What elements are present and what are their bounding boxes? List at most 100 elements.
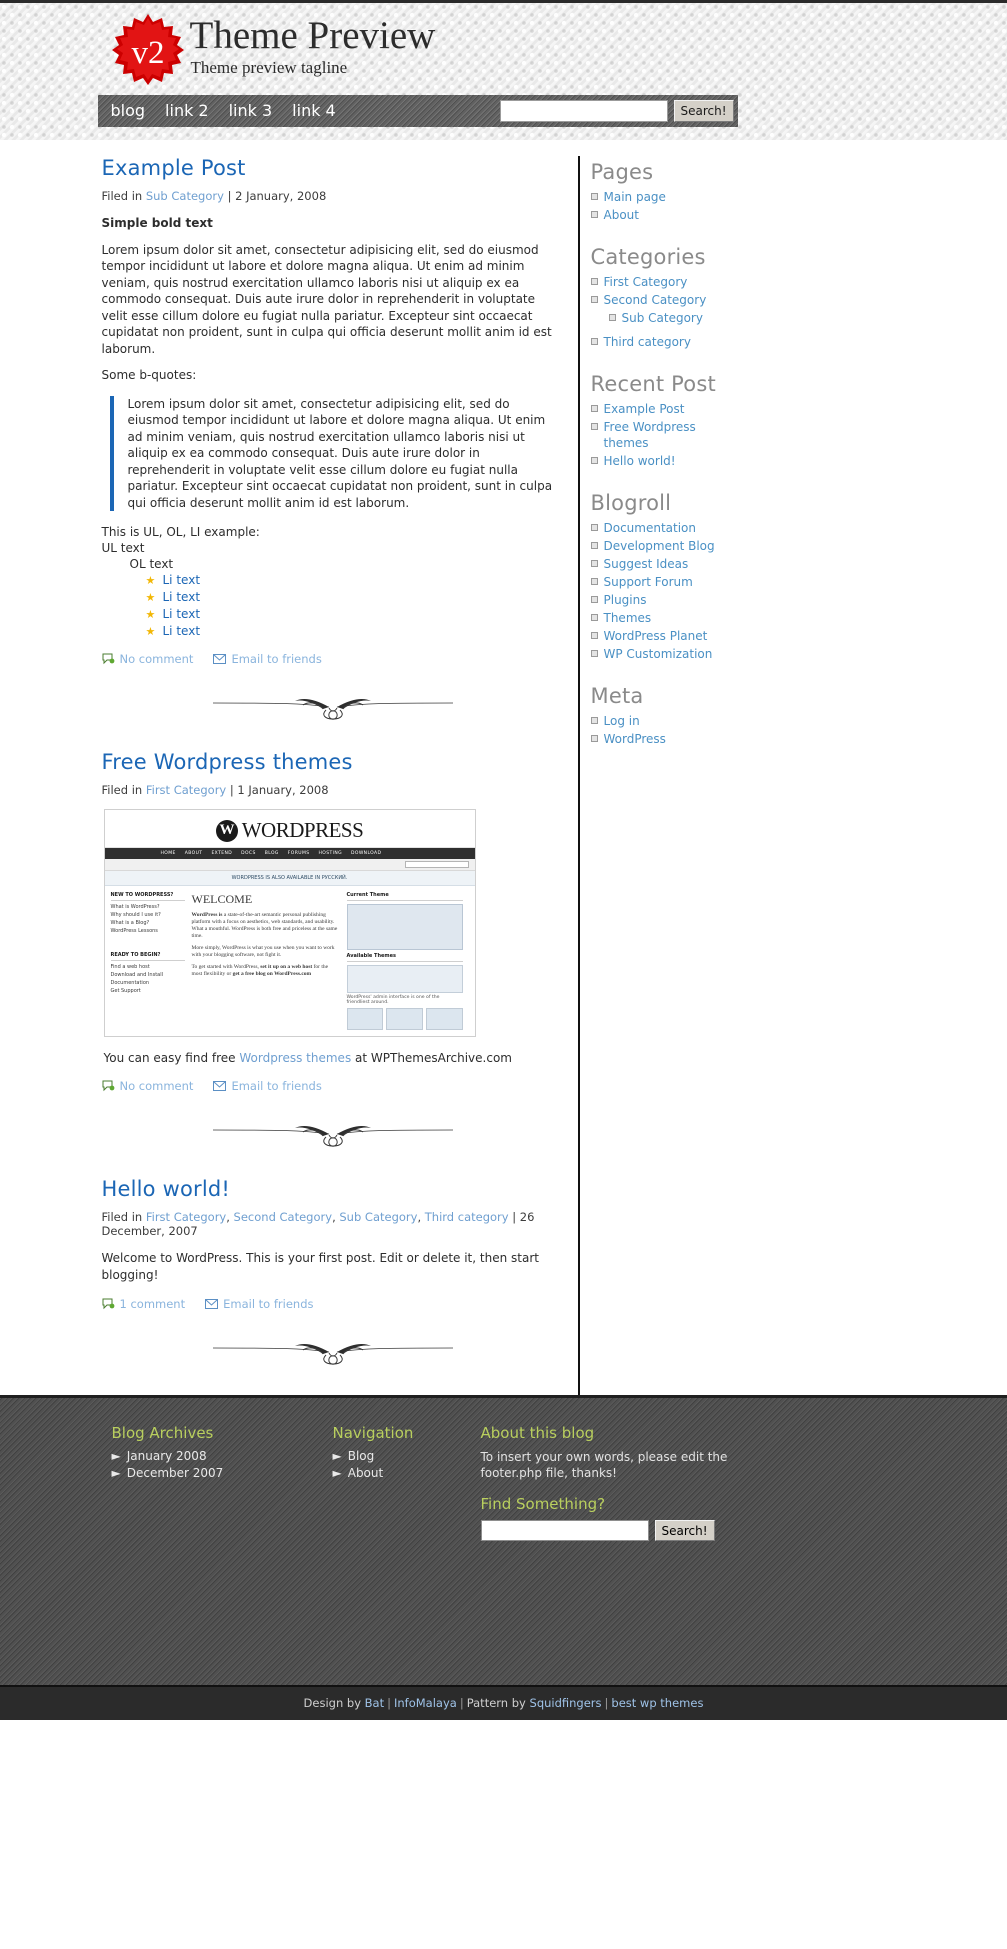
sidebar-link[interactable]: Development Blog xyxy=(604,539,715,553)
nav-item-blog[interactable]: blog xyxy=(111,95,146,127)
credits-squidfingers-link[interactable]: Squidfingers xyxy=(530,1696,602,1710)
post-title-link[interactable]: Example Post xyxy=(102,156,246,180)
list-item[interactable]: About xyxy=(590,207,910,223)
sidebar-link[interactable]: Example Post xyxy=(604,402,685,416)
square-bullet-icon xyxy=(590,457,598,464)
post-category-link[interactable]: Sub Category xyxy=(339,1210,417,1224)
list-item[interactable]: Development Blog xyxy=(590,538,910,554)
post-date: 2 January, 2008 xyxy=(235,189,327,203)
star-icon: ★ xyxy=(145,624,156,638)
comments-link[interactable]: No comment xyxy=(120,652,194,666)
list-item-link[interactable]: Li text xyxy=(163,573,201,587)
footer-search-input[interactable] xyxy=(480,1520,649,1541)
wp-col1-item: Why should I use it? xyxy=(110,912,161,918)
list-item[interactable]: WP Customization xyxy=(590,646,910,662)
list-item[interactable]: Themes xyxy=(590,610,910,626)
footer-nav-link[interactable]: Blog xyxy=(348,1449,375,1463)
list-item[interactable]: Third category xyxy=(590,334,910,350)
list-item[interactable]: Plugins xyxy=(590,592,910,608)
post-title-link[interactable]: Hello world! xyxy=(102,1177,231,1201)
sidebar-link[interactable]: Plugins xyxy=(604,593,647,607)
list-item-link[interactable]: Li text xyxy=(163,607,201,621)
email-link[interactable]: Email to friends xyxy=(223,1297,313,1311)
list-item[interactable]: Hello world! xyxy=(590,453,910,469)
sidebar-link[interactable]: Themes xyxy=(604,611,652,625)
sidebar-link[interactable]: WP Customization xyxy=(604,647,713,661)
list-item[interactable]: Second Category Sub Category xyxy=(590,292,910,326)
list-item[interactable]: Log in xyxy=(590,713,910,729)
list-item[interactable]: Free Wordpress themes xyxy=(590,419,910,451)
footer-search-button[interactable]: Search! xyxy=(654,1520,715,1541)
sidebar-link[interactable]: Hello world! xyxy=(604,454,676,468)
sidebar-link[interactable]: WordPress xyxy=(604,732,666,746)
wp-col1-head1: NEW TO WORDPRESS? xyxy=(110,892,185,901)
post-category-link[interactable]: Sub Category xyxy=(146,189,224,203)
email-link[interactable]: Email to friends xyxy=(231,652,321,666)
post-title[interactable]: Example Post xyxy=(102,156,564,180)
header-search-input[interactable] xyxy=(499,100,668,122)
post-title[interactable]: Hello world! xyxy=(102,1177,564,1201)
list-item[interactable]: Main page xyxy=(590,189,910,205)
list-item[interactable]: Example Post xyxy=(590,401,910,417)
footer-about-title: About this blog xyxy=(480,1424,595,1442)
sidebar-link[interactable]: Support Forum xyxy=(604,575,693,589)
sidebar-link[interactable]: Log in xyxy=(604,714,640,728)
list-item-link[interactable]: Li text xyxy=(163,590,201,604)
list-item[interactable]: First Category xyxy=(590,274,910,290)
post-category-link[interactable]: Second Category xyxy=(234,1210,333,1224)
email-link-wrap[interactable]: Email to friends xyxy=(205,1297,314,1311)
footer-archive-link[interactable]: December 2007 xyxy=(127,1466,224,1480)
list-item[interactable]: ► About xyxy=(333,1466,481,1480)
post-title-link[interactable]: Free Wordpress themes xyxy=(102,750,353,774)
wordpress-logo-text: WORDPRESS xyxy=(241,818,364,842)
list-item[interactable]: Documentation xyxy=(590,520,910,536)
credits-bestwp-link[interactable]: best wp themes xyxy=(611,1696,703,1710)
caption-link[interactable]: Wordpress themes xyxy=(239,1051,351,1065)
email-link-wrap[interactable]: Email to friends xyxy=(213,1079,322,1093)
comments-link-wrap[interactable]: No comment xyxy=(102,1079,194,1093)
list-item-link[interactable]: Li text xyxy=(163,624,201,638)
envelope-icon xyxy=(213,1080,227,1092)
sidebar-link[interactable]: Third category xyxy=(604,335,691,349)
header-search-button[interactable]: Search! xyxy=(673,100,734,122)
site-logo-badge[interactable]: v2 xyxy=(111,13,184,85)
sidebar-link[interactable]: Main page xyxy=(604,190,666,204)
credits-bat-link[interactable]: Bat xyxy=(365,1696,384,1710)
sidebar-link[interactable]: Suggest Ideas xyxy=(604,557,689,571)
email-link-wrap[interactable]: Email to friends xyxy=(213,652,322,666)
widget-title: Blogroll xyxy=(590,491,672,515)
list-item[interactable]: Support Forum xyxy=(590,574,910,590)
nav-item-link-3[interactable]: link 3 xyxy=(229,95,273,127)
sidebar-link[interactable]: WordPress Planet xyxy=(604,629,708,643)
comments-link-wrap[interactable]: 1 comment xyxy=(102,1297,186,1311)
list-item[interactable]: WordPress Planet xyxy=(590,628,910,644)
sidebar-link[interactable]: Second Category xyxy=(604,293,707,307)
sidebar-sublink[interactable]: Sub Category xyxy=(622,311,703,325)
list-item[interactable]: Suggest Ideas xyxy=(590,556,910,572)
nav-item-link-2[interactable]: link 2 xyxy=(165,95,209,127)
nav-item-link-4[interactable]: link 4 xyxy=(292,95,336,127)
post-category-link[interactable]: Third category xyxy=(425,1210,509,1224)
wp-caption: WordPress' admin interface is one of the… xyxy=(346,995,440,1005)
list-item[interactable]: Sub Category xyxy=(608,310,910,326)
sidebar-link[interactable]: Documentation xyxy=(604,521,697,535)
list-item[interactable]: ► January 2008 xyxy=(112,1449,333,1463)
email-link[interactable]: Email to friends xyxy=(231,1079,321,1093)
sidebar-link[interactable]: About xyxy=(604,208,639,222)
comments-link-wrap[interactable]: No comment xyxy=(102,652,194,666)
wp-col1-item: Get Support xyxy=(110,988,141,994)
sidebar-link[interactable]: First Category xyxy=(604,275,688,289)
sidebar-link[interactable]: Free Wordpress themes xyxy=(604,419,700,451)
footer-nav-link[interactable]: About xyxy=(348,1466,383,1480)
post-title[interactable]: Free Wordpress themes xyxy=(102,750,564,774)
post-category-link[interactable]: First Category xyxy=(146,783,226,797)
footer-archive-link[interactable]: January 2008 xyxy=(127,1449,207,1463)
post-category-link[interactable]: First Category xyxy=(146,1210,226,1224)
list-item[interactable]: ► Blog xyxy=(333,1449,481,1463)
credits-infomalaya-link[interactable]: InfoMalaya xyxy=(394,1696,457,1710)
comments-link[interactable]: No comment xyxy=(120,1079,194,1093)
list-item[interactable]: ► December 2007 xyxy=(112,1466,333,1480)
list-item[interactable]: WordPress xyxy=(590,731,910,747)
content-area: Example Post Filed in Sub Category | 2 J… xyxy=(97,140,910,1395)
comments-link[interactable]: 1 comment xyxy=(120,1297,186,1311)
